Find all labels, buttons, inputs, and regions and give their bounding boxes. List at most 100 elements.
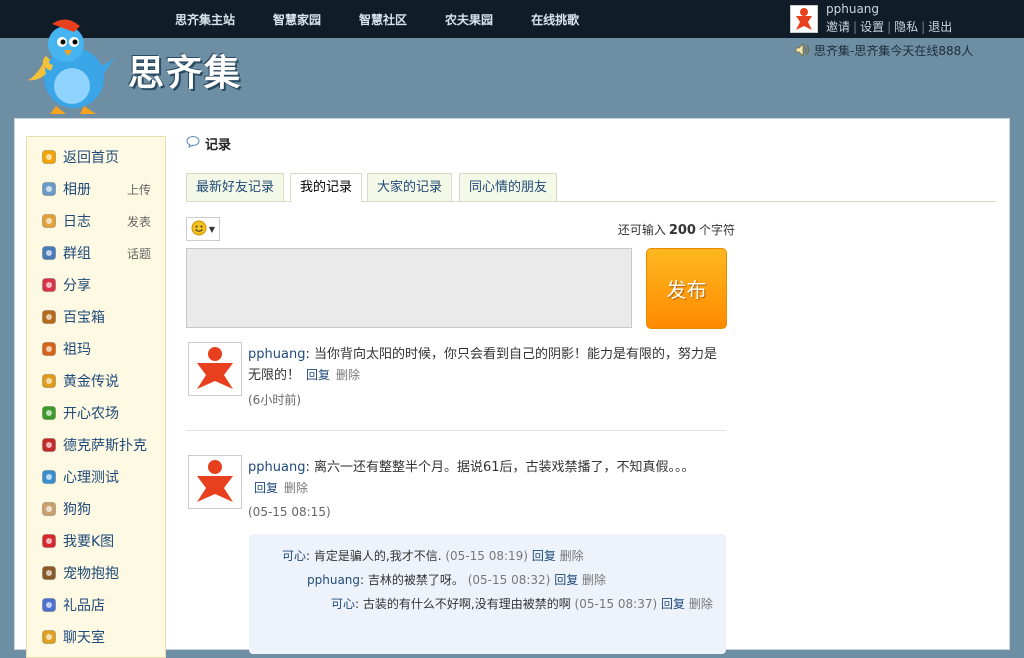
sidebar-item[interactable]: 日志 发表 <box>41 205 165 237</box>
reply-item: 可心: 古装的有什么不好啊,没有理由被禁的啊 (05-15 08:37) 回复 … <box>331 597 713 611</box>
sidebar-item[interactable]: 我要K图 <box>41 525 165 557</box>
reply-reply-link[interactable]: 回复 <box>661 597 685 611</box>
post-avatar[interactable] <box>188 455 242 509</box>
reply-reply-link[interactable]: 回复 <box>532 549 556 563</box>
paw-icon <box>41 565 57 581</box>
sidebar-item[interactable]: 宠物抱抱 <box>41 557 165 589</box>
reply-reply-link[interactable]: 回复 <box>554 573 578 587</box>
reply-delete-link[interactable]: 删除 <box>582 573 606 587</box>
sidebar-item-label: 祖玛 <box>63 342 91 358</box>
tab-friends-records[interactable]: 最新好友记录 <box>186 173 285 201</box>
online-notice: 思齐集-思齐集今天在线888人 <box>795 42 973 60</box>
mascot-logo <box>22 16 120 116</box>
settings-link[interactable]: 设置 <box>860 20 884 34</box>
flask-icon <box>41 469 57 485</box>
main-content: 记录 最新好友记录 我的记录 大家的记录 同心情的朋友 ▼ 还可输入 200 个字符… <box>186 119 1006 654</box>
sidebar-item[interactable]: 群组 话题 <box>41 237 165 269</box>
counter-value: 200 <box>668 223 696 238</box>
sidebar-item[interactable]: 分享 <box>41 269 165 301</box>
post-reply-link[interactable]: 回复 <box>306 368 330 382</box>
reply-time: (05-15 08:37) <box>574 597 658 611</box>
reply-delete-link[interactable]: 删除 <box>560 549 584 563</box>
reply-author[interactable]: pphuang <box>307 573 360 587</box>
sidebar: 返回首页相册 上传日志 发表群组 话题分享百宝箱祖玛黄金传说开心农场德克萨斯扑克 心理测… <box>26 136 166 658</box>
post-author[interactable]: pphuang <box>248 460 305 475</box>
post-text: 离六一还有整整半个月。据说61后，古装戏禁播了，不知真假。。。 <box>313 460 695 475</box>
heart-icon <box>41 277 57 293</box>
post-time: (6小时前) <box>248 393 301 407</box>
page-title: 记录 <box>186 134 231 153</box>
nav-online-song[interactable]: 在线挑歌 <box>531 11 579 28</box>
post-reply-link[interactable]: 回复 <box>254 481 278 495</box>
sidebar-item[interactable]: 百宝箱 <box>41 301 165 333</box>
sidebar-item[interactable]: 礼品店 <box>41 589 165 621</box>
poker-icon <box>41 437 57 453</box>
sidebar-item-label: 日志 <box>63 214 91 230</box>
post-delete-link[interactable]: 删除 <box>284 481 308 495</box>
nav-farmer-orchard[interactable]: 农夫果园 <box>445 11 493 28</box>
user-box: pphuang 邀请 | 设置 | 隐私 | 退出 <box>790 2 1020 36</box>
reply-time: (05-15 08:32) <box>467 573 551 587</box>
page-title-text: 记录 <box>205 138 232 153</box>
sidebar-item-label: 分享 <box>63 278 91 294</box>
nav-wisdom-home[interactable]: 智慧家园 <box>273 11 321 28</box>
user-name[interactable]: pphuang <box>826 2 879 16</box>
sidebar-item[interactable]: 心理测试 <box>41 461 165 493</box>
user-avatar[interactable] <box>790 5 818 33</box>
sidebar-item[interactable]: 德克萨斯扑克 <box>41 429 165 461</box>
emoji-picker-button[interactable]: ▼ <box>186 217 220 241</box>
sidebar-item-label: 群组 <box>63 246 91 262</box>
tab-my-records[interactable]: 我的记录 <box>290 173 363 202</box>
post-author[interactable]: pphuang <box>248 347 305 362</box>
sidebar-item[interactable]: 黄金传说 <box>41 365 165 397</box>
sidebar-item-label: 宠物抱抱 <box>63 566 119 582</box>
sidebar-item-label: 开心农场 <box>63 406 119 422</box>
sidebar-item-label: 聊天室 <box>63 630 105 646</box>
sidebar-item-label: 百宝箱 <box>63 310 105 326</box>
online-notice-text: 思齐集-思齐集今天在线888人 <box>814 44 974 58</box>
post-time: (05-15 08:15) <box>248 505 331 519</box>
nav-wisdom-community[interactable]: 智慧社区 <box>359 11 407 28</box>
counter-suffix: 个字符 <box>698 223 735 237</box>
char-counter: 还可输入 200 个字符 <box>618 221 735 238</box>
sidebar-item[interactable]: 返回首页 <box>41 141 165 173</box>
post-avatar[interactable] <box>188 342 242 396</box>
sidebar-item[interactable]: 开心农场 <box>41 397 165 429</box>
reply-text: 吉林的被禁了呀。 <box>367 573 464 587</box>
tab-everyone-records[interactable]: 大家的记录 <box>367 173 453 201</box>
sidebar-item[interactable]: 聊天室 <box>41 621 165 653</box>
reply-text: 古装的有什么不好啊,没有理由被禁的啊 <box>362 597 571 611</box>
record-input[interactable] <box>186 248 632 328</box>
sidebar-item[interactable]: 相册 上传 <box>41 173 165 205</box>
privacy-link[interactable]: 隐私 <box>894 20 918 34</box>
logout-link[interactable]: 退出 <box>928 20 952 34</box>
sidebar-item-action[interactable]: 话题 <box>127 245 151 262</box>
reply-delete-link[interactable]: 删除 <box>689 597 713 611</box>
kpic-icon <box>41 533 57 549</box>
invite-link[interactable]: 邀请 <box>826 20 850 34</box>
sidebar-item-action[interactable]: 发表 <box>127 213 151 230</box>
sidebar-item-label: 狗狗 <box>63 502 91 518</box>
post-body: pphuang: 当你背向太阳的时候，你只会看到自己的阴影！能力是有限的，努力是… <box>248 347 717 383</box>
sidebar-item[interactable]: 狗狗 <box>41 493 165 525</box>
tab-same-mood-friends[interactable]: 同心情的朋友 <box>459 173 558 201</box>
gift-icon <box>41 597 57 613</box>
reply-author[interactable]: 可心 <box>282 549 306 563</box>
nav-main-site[interactable]: 思齐集主站 <box>175 11 235 28</box>
speech-bubble-icon <box>186 135 200 152</box>
reply-author[interactable]: 可心 <box>331 597 355 611</box>
post-delete-link[interactable]: 删除 <box>336 368 360 382</box>
home-icon <box>41 149 57 165</box>
post-divider <box>186 430 726 431</box>
sidebar-item-label: 礼品店 <box>63 598 105 614</box>
sidebar-item-label: 返回首页 <box>63 150 119 166</box>
dog-icon <box>41 501 57 517</box>
sidebar-item[interactable]: 祖玛 <box>41 333 165 365</box>
sidebar-item-action[interactable]: 上传 <box>127 181 151 198</box>
chat-icon <box>41 629 57 645</box>
post-item: pphuang: 离六一还有整整半个月。据说61后，古装戏禁播了，不知真假。。。… <box>186 455 726 535</box>
site-logo-text[interactable]: 思齐集 <box>128 44 242 96</box>
content-panel: 返回首页相册 上传日志 发表群组 话题分享百宝箱祖玛黄金传说开心农场德克萨斯扑克 心理测… <box>14 118 1010 658</box>
treasure-icon <box>41 309 57 325</box>
publish-button[interactable]: 发布 <box>646 248 727 329</box>
